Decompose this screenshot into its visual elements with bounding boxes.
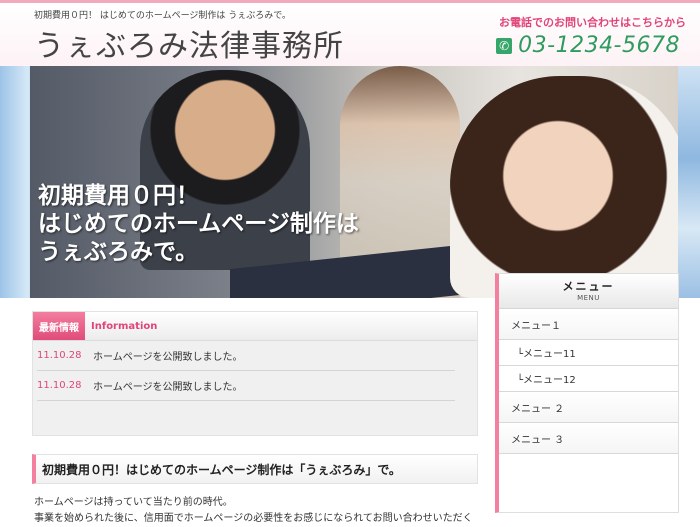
site-header: 初期費用０円！ はじめてのホームページ制作は うぇぶろみで。 うぇぶろみ法律事務… <box>0 0 700 66</box>
news-item[interactable]: 11.10.28 ホームページを公開致しました。 <box>37 371 455 401</box>
hero-banner: 初期費用０円！ はじめてのホームページ制作は うぇぶろみで。 <box>0 66 700 298</box>
news-text[interactable]: ホームページを公開致しました。 <box>93 378 243 393</box>
news-date: 11.10.28 <box>37 350 82 361</box>
menu-item-2[interactable]: メニュー ２ <box>499 392 678 423</box>
phone-contact[interactable]: ✆ 03-1234-5678 <box>496 33 680 58</box>
hero-person-woman-front <box>450 76 690 298</box>
contact-label: お電話でのお問い合わせはこちらから <box>499 16 686 29</box>
menu-item-1[interactable]: メニュー１ <box>499 309 678 340</box>
site-title[interactable]: うぇぶろみ法律事務所 <box>34 21 344 65</box>
news-item[interactable]: 11.10.28 ホームページを公開致しました。 <box>37 341 455 371</box>
hero-line-2: はじめてのホームページ制作は <box>38 211 359 237</box>
site-tagline: 初期費用０円！ はじめてのホームページ制作は うぇぶろみで。 <box>34 11 291 21</box>
hero-catchcopy: 初期費用０円！ はじめてのホームページ制作は うぇぶろみで。 <box>38 182 359 266</box>
menu-list: メニュー１ └メニュー11 └メニュー12 メニュー ２ メニュー ３ <box>499 309 678 454</box>
sidebar-menu: メニュー MENU メニュー１ └メニュー11 └メニュー12 メニュー ２ メ… <box>495 273 679 513</box>
menu-item-3[interactable]: メニュー ３ <box>499 423 678 454</box>
news-text[interactable]: ホームページを公開致しました。 <box>93 348 243 363</box>
news-label-en: Information <box>91 320 158 332</box>
menu-item-12[interactable]: └メニュー12 <box>499 366 678 392</box>
news-section: 最新情報 Information 11.10.28 ホームページを公開致しました… <box>32 311 478 436</box>
menu-subtitle: MENU <box>577 294 600 302</box>
phone-icon: ✆ <box>496 37 513 54</box>
news-date: 11.10.28 <box>37 380 82 391</box>
intro-line-1: ホームページは持っていて当たり前の時代。 <box>34 497 233 508</box>
intro-heading: 初期費用０円！はじめてのホームページ制作は「うぇぶろみ」で。 <box>32 454 478 484</box>
hero-sky-edge <box>678 66 700 298</box>
phone-number[interactable]: 03-1234-5678 <box>518 33 680 58</box>
news-list: 11.10.28 ホームページを公開致しました。 11.10.28 ホームページ… <box>33 341 477 401</box>
menu-title: メニュー <box>562 280 615 293</box>
hero-line-3: うぇぶろみで。 <box>38 239 199 265</box>
hero-line-1: 初期費用０円！ <box>38 183 199 209</box>
news-header: 最新情報 Information <box>33 312 477 341</box>
menu-item-11[interactable]: └メニュー11 <box>499 340 678 366</box>
intro-body: ホームページは持っていて当たり前の時代。 事業を始められた後に、信用面でホームペ… <box>34 495 480 527</box>
menu-header: メニュー MENU <box>499 274 678 309</box>
news-badge: 最新情報 <box>33 312 85 340</box>
